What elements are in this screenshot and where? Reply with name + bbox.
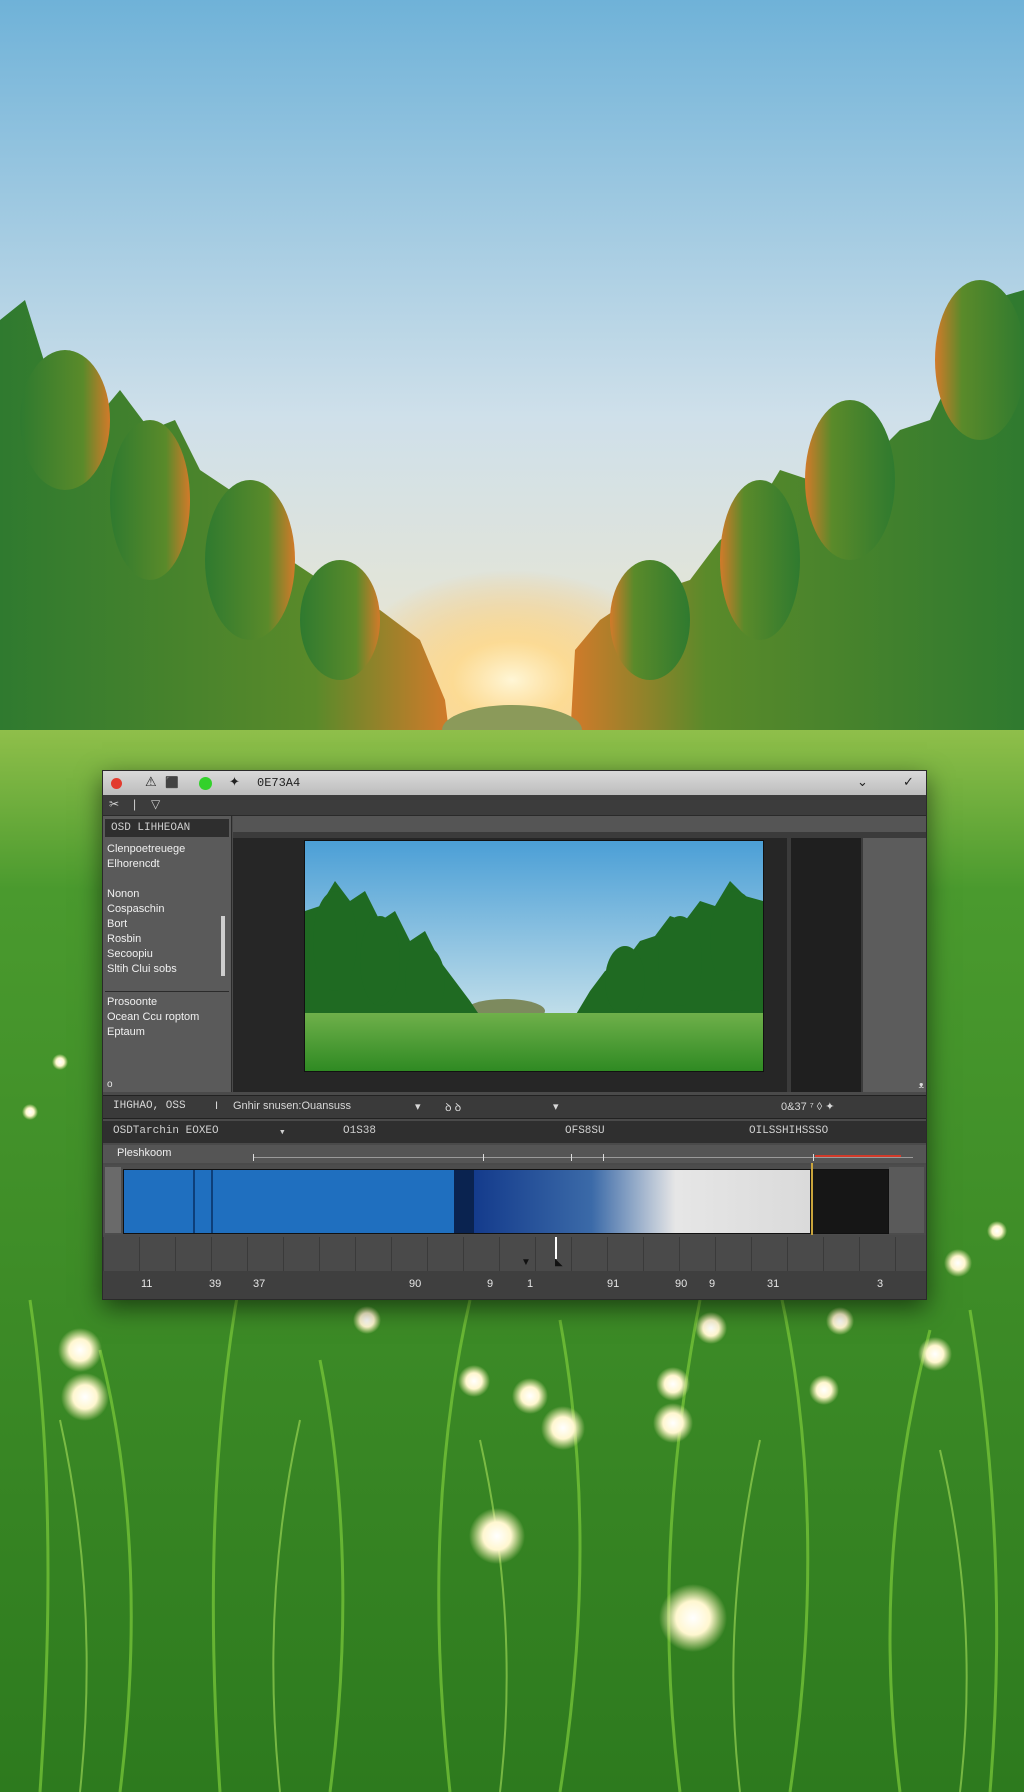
viewer-side-area (791, 838, 861, 1092)
panel-corner-label: o (107, 1079, 113, 1090)
frame-number: 37 (253, 1278, 266, 1290)
media-panel: OSD LIHHEOAN Clenpoetreuege Elhorencdt N… (103, 816, 232, 1092)
square-icon[interactable]: ⬛ (165, 776, 179, 789)
track-handle-left[interactable] (105, 1167, 121, 1233)
toolbar: ✂ | ▽ (103, 795, 926, 816)
timeline-ruler (253, 1157, 913, 1158)
timecode-readout: 0&37 ⁷ ◊ ✦ (781, 1101, 835, 1113)
frame-number: 9 (709, 1278, 716, 1290)
timecode-marker: O1S38 (343, 1125, 377, 1137)
track-handle-right[interactable] (889, 1167, 924, 1233)
track-header: Pleshkoom (103, 1145, 926, 1163)
frame-number: 11 (141, 1278, 153, 1290)
viewer-gutter: ᴥ (863, 838, 926, 1092)
ruler-tick (603, 1154, 604, 1161)
divider (105, 991, 229, 992)
list-item[interactable]: Elhorencdt (107, 857, 225, 872)
timeline-header: OSDTarchin EOXEO ▾ O1S38 OFS8SU OILSSHIH… (103, 1121, 926, 1143)
frame-number: 3 (877, 1278, 884, 1290)
playhead-needle[interactable] (555, 1237, 557, 1259)
chevron-down-icon[interactable]: ⌄ (857, 774, 868, 790)
list-item[interactable]: Clenpoetreuege (107, 842, 225, 857)
video-preview[interactable] (304, 840, 764, 1072)
status-text: Gnhir snusen:Ouansuss (233, 1100, 352, 1112)
video-clip[interactable] (123, 1169, 889, 1234)
bottom-ruler-grid (103, 1237, 926, 1271)
list-item[interactable]: Bort (107, 917, 225, 932)
frame-number: 31 (767, 1278, 780, 1290)
list-item[interactable]: Nonon (107, 887, 225, 902)
scissors-icon[interactable]: ✂ (109, 797, 119, 811)
frame-number: 90 (675, 1278, 688, 1290)
funnel-icon[interactable]: ▽ (151, 797, 160, 811)
sparkle-icon[interactable]: ✦ (229, 774, 240, 790)
frame-number-row: 11 39 37 90 9 1 91 90 9 31 3 (103, 1271, 926, 1299)
status-separator: I (215, 1100, 219, 1112)
timecode-marker: OFS8SU (565, 1125, 605, 1137)
viewer-panel: ᴥ (233, 816, 926, 1092)
viewer-header (233, 816, 926, 832)
frame-number: 39 (209, 1278, 222, 1290)
status-bar: IHGHAO, OSS I Gnhir snusen:Ouansuss ▾ ꝺ … (103, 1095, 926, 1119)
list-item[interactable]: Prosoonte (107, 995, 225, 1010)
status-label: IHGHAO, OSS (113, 1100, 186, 1112)
chevron-down-icon[interactable]: ▾ (279, 1125, 286, 1139)
ruler-tick (483, 1154, 484, 1161)
list-item[interactable]: Cospaschin (107, 902, 225, 917)
list-item (107, 872, 225, 887)
list-item[interactable]: Rosbin (107, 932, 225, 947)
ruler-tick (813, 1154, 814, 1161)
list-item[interactable]: Secoopiu (107, 947, 225, 962)
media-panel-header: OSD LIHHEOAN (105, 819, 229, 837)
ruler-tick (253, 1154, 254, 1161)
loop-icon[interactable]: ꝺ ꝺ (445, 1100, 461, 1115)
frame-number: 1 (527, 1278, 534, 1290)
warning-icon[interactable]: ⚠ (145, 774, 157, 790)
toolbar-separator: | (133, 797, 137, 811)
list-item[interactable]: Eptaum (107, 1025, 225, 1040)
frame-number: 91 (607, 1278, 620, 1290)
frame-number: 9 (487, 1278, 494, 1290)
ruler-tick (571, 1154, 572, 1161)
playhead[interactable] (811, 1163, 813, 1235)
chevron-down-icon[interactable]: ▾ (415, 1100, 421, 1113)
in-out-range[interactable] (815, 1155, 901, 1157)
track-label: Pleshkoom (117, 1147, 172, 1159)
media-list: Clenpoetreuege Elhorencdt Nonon Cospasch… (107, 842, 225, 1040)
sequence-title[interactable]: OSDTarchin EOXEO (113, 1125, 219, 1137)
scrollbar[interactable] (221, 916, 225, 976)
frame-number: 90 (409, 1278, 422, 1290)
list-item[interactable]: Sltih Clui sobs (107, 962, 225, 977)
resize-handle-icon[interactable]: ᴥ (919, 1080, 924, 1090)
video-editor-window: ⚠ ⬛ ✦ 0E73A4 ⌄ ✓ ✂ | ▽ OSD LIHHEOAN Clen… (102, 770, 927, 1300)
marker-icon[interactable]: ▼ (521, 1257, 531, 1268)
timecode-marker: OILSSHIHSSSO (749, 1125, 829, 1137)
close-window-button[interactable] (111, 778, 122, 789)
maximize-window-button[interactable] (199, 777, 212, 790)
checkmark-icon[interactable]: ✓ (903, 774, 914, 790)
chevron-down-icon[interactable]: ▾ (553, 1100, 559, 1113)
list-item[interactable]: Ocean Ccu roptom (107, 1010, 225, 1025)
title-bar: ⚠ ⬛ ✦ 0E73A4 ⌄ ✓ (103, 771, 926, 796)
window-title: 0E73A4 (257, 776, 301, 790)
